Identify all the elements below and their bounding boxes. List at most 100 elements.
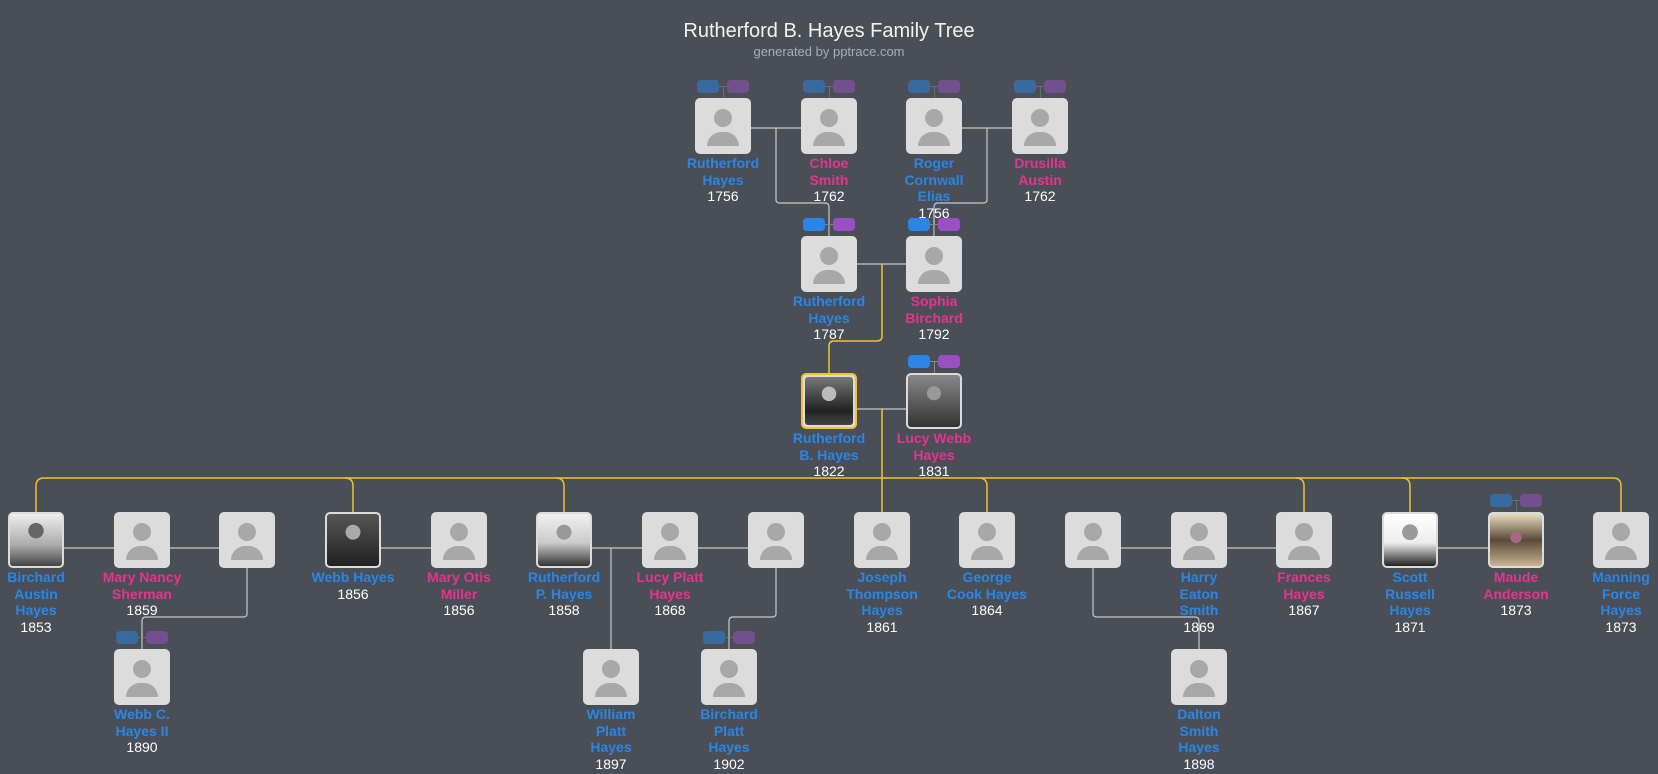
person-name[interactable]: Harry Eaton Smith — [1144, 569, 1254, 619]
person-label[interactable]: Drusilla Austin 1762 — [985, 155, 1095, 205]
person-name[interactable]: Frances Hayes — [1249, 569, 1359, 602]
person-avatar-placeholder[interactable] — [906, 236, 962, 292]
person-avatar-placeholder[interactable] — [1171, 512, 1227, 568]
person-name[interactable]: Rutherford Hayes — [774, 293, 884, 326]
mother-badge[interactable] — [938, 218, 960, 231]
parents-expander[interactable] — [908, 80, 960, 98]
person-label[interactable]: Maude Anderson 1873 — [1461, 569, 1571, 619]
person-name[interactable]: Mary Otis Miller — [404, 569, 514, 602]
parents-expander[interactable] — [803, 218, 855, 236]
person-avatar-placeholder[interactable] — [1171, 649, 1227, 705]
person-name[interactable]: Birchard Platt Hayes — [674, 706, 784, 756]
mother-badge[interactable] — [938, 355, 960, 368]
person-name[interactable]: Webb C. Hayes II — [87, 706, 197, 739]
person-name[interactable]: Drusilla Austin — [985, 155, 1095, 188]
person-name[interactable]: George Cook Hayes — [932, 569, 1042, 602]
mother-badge[interactable] — [833, 218, 855, 231]
person-avatar-placeholder[interactable] — [695, 98, 751, 154]
person-photo[interactable] — [8, 512, 64, 568]
person-name[interactable]: William Platt Hayes — [556, 706, 666, 756]
father-badge[interactable] — [803, 218, 825, 231]
parents-expander[interactable] — [116, 631, 168, 649]
father-badge[interactable] — [697, 80, 719, 93]
parents-expander[interactable] — [697, 80, 749, 98]
person-label[interactable]: Lucy Webb Hayes 1831 — [879, 430, 989, 480]
person-label[interactable]: Roger Cornwall Elias 1756 — [879, 155, 989, 221]
father-badge[interactable] — [803, 80, 825, 93]
person-label[interactable]: Frances Hayes 1867 — [1249, 569, 1359, 619]
person-avatar-placeholder[interactable] — [219, 512, 275, 568]
person-avatar-placeholder[interactable] — [114, 649, 170, 705]
person-photo[interactable] — [906, 373, 962, 429]
parents-expander[interactable] — [908, 218, 960, 236]
person-name[interactable]: Lucy Platt Hayes — [615, 569, 725, 602]
mother-badge[interactable] — [938, 80, 960, 93]
person-label[interactable]: Manning Force Hayes 1873 — [1566, 569, 1658, 635]
father-badge[interactable] — [703, 631, 725, 644]
person-name[interactable]: Joseph Thompson Hayes — [827, 569, 937, 619]
person-label[interactable]: Webb C. Hayes II 1890 — [87, 706, 197, 756]
person-photo[interactable] — [1382, 512, 1438, 568]
person-name[interactable]: Maude Anderson — [1461, 569, 1571, 602]
person-photo[interactable] — [536, 512, 592, 568]
person-name[interactable]: Rutherford P. Hayes — [509, 569, 619, 602]
person-photo[interactable] — [1488, 512, 1544, 568]
person-avatar-placeholder[interactable] — [701, 649, 757, 705]
mother-badge[interactable] — [833, 80, 855, 93]
person-label[interactable]: Scott Russell Hayes 1871 — [1355, 569, 1465, 635]
person-label[interactable]: Mary Nancy Sherman 1859 — [87, 569, 197, 619]
person-avatar-placeholder[interactable] — [906, 98, 962, 154]
person-label[interactable]: Rutherford Hayes 1787 — [774, 293, 884, 343]
person-label[interactable]: Webb Hayes 1856 — [298, 569, 408, 602]
person-name[interactable]: Manning Force Hayes — [1566, 569, 1658, 619]
father-badge[interactable] — [908, 355, 930, 368]
person-label[interactable]: William Platt Hayes 1897 — [556, 706, 666, 772]
person-avatar-placeholder[interactable] — [1276, 512, 1332, 568]
person-name[interactable]: Roger Cornwall Elias — [879, 155, 989, 205]
person-avatar-placeholder[interactable] — [854, 512, 910, 568]
mother-badge[interactable] — [727, 80, 749, 93]
person-label[interactable]: Birchard Austin Hayes 1853 — [0, 569, 91, 635]
person-name[interactable]: Lucy Webb Hayes — [879, 430, 989, 463]
person-name[interactable]: Rutherford Hayes — [668, 155, 778, 188]
person-label[interactable]: Harry Eaton Smith 1869 — [1144, 569, 1254, 635]
person-photo[interactable] — [801, 373, 857, 429]
parents-expander[interactable] — [908, 355, 960, 373]
father-badge[interactable] — [908, 80, 930, 93]
person-avatar-placeholder[interactable] — [1065, 512, 1121, 568]
person-avatar-placeholder[interactable] — [1012, 98, 1068, 154]
person-avatar-placeholder[interactable] — [583, 649, 639, 705]
person-avatar-placeholder[interactable] — [642, 512, 698, 568]
person-label[interactable]: Rutherford Hayes 1756 — [668, 155, 778, 205]
person-name[interactable]: Birchard Austin Hayes — [0, 569, 91, 619]
person-name[interactable]: Scott Russell Hayes — [1355, 569, 1465, 619]
father-badge[interactable] — [116, 631, 138, 644]
person-avatar-placeholder[interactable] — [801, 98, 857, 154]
person-label[interactable]: Rutherford P. Hayes 1858 — [509, 569, 619, 619]
parents-expander[interactable] — [1490, 494, 1542, 512]
person-name[interactable]: Mary Nancy Sherman — [87, 569, 197, 602]
mother-badge[interactable] — [146, 631, 168, 644]
person-name[interactable]: Rutherford B. Hayes — [774, 430, 884, 463]
person-label[interactable]: Dalton Smith Hayes 1898 — [1144, 706, 1254, 772]
person-name[interactable]: Dalton Smith Hayes — [1144, 706, 1254, 756]
person-name[interactable]: Chloe Smith — [774, 155, 884, 188]
person-label[interactable]: George Cook Hayes 1864 — [932, 569, 1042, 619]
mother-badge[interactable] — [733, 631, 755, 644]
mother-badge[interactable] — [1520, 494, 1542, 507]
father-badge[interactable] — [1490, 494, 1512, 507]
parents-expander[interactable] — [803, 80, 855, 98]
father-badge[interactable] — [1014, 80, 1036, 93]
father-badge[interactable] — [908, 218, 930, 231]
person-photo[interactable] — [325, 512, 381, 568]
person-label[interactable]: Joseph Thompson Hayes 1861 — [827, 569, 937, 635]
person-avatar-placeholder[interactable] — [1593, 512, 1649, 568]
person-label[interactable]: Lucy Platt Hayes 1868 — [615, 569, 725, 619]
person-name[interactable]: Webb Hayes — [298, 569, 408, 586]
mother-badge[interactable] — [1044, 80, 1066, 93]
person-avatar-placeholder[interactable] — [959, 512, 1015, 568]
person-label[interactable]: Chloe Smith 1762 — [774, 155, 884, 205]
parents-expander[interactable] — [703, 631, 755, 649]
person-avatar-placeholder[interactable] — [114, 512, 170, 568]
person-label[interactable]: Sophia Birchard 1792 — [879, 293, 989, 343]
